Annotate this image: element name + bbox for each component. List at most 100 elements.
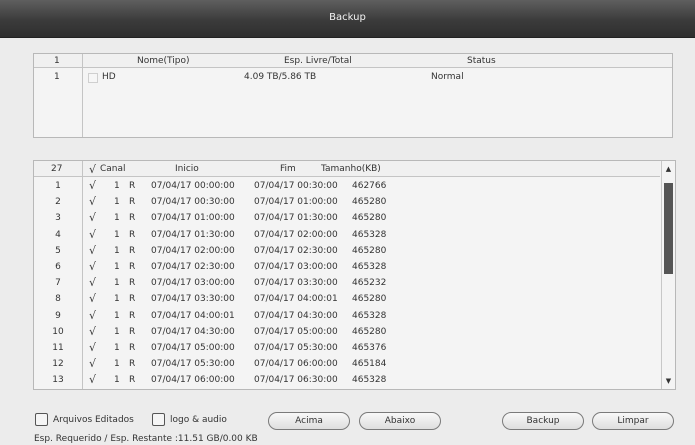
row-type: R: [129, 294, 136, 305]
row-end: 07/04/17 00:30:00: [254, 181, 338, 191]
file-table: 27 √ Canal Inicio Fim Tamanho(KB) 1 √ 1 R 07…: [33, 160, 676, 390]
row-check[interactable]: √: [89, 309, 96, 322]
table-row[interactable]: 6 √ 1 R 07/04/17 02:30:00 07/04/17 03:00:00 46…: [34, 260, 660, 276]
table-row[interactable]: 12 √ 1 R 07/04/17 05:30:00 07/04/17 06:00:00 4…: [34, 357, 660, 373]
row-start: 07/04/17 03:00:00: [151, 278, 235, 289]
table-row[interactable]: 1 √ 1 R 07/04/17 00:00:00 07/04/17 00:30:00 46…: [34, 179, 660, 195]
row-index: 11: [52, 343, 64, 353]
header-end: Fim: [280, 164, 296, 174]
table-row[interactable]: 4 √ 1 R 07/04/17 01:30:00 07/04/17 02:00:00 46…: [34, 228, 660, 244]
row-end: 07/04/17 03:30:00: [254, 278, 338, 289]
window-title: Backup: [329, 12, 366, 23]
row-check[interactable]: √: [89, 276, 96, 289]
row-check[interactable]: √: [89, 341, 96, 354]
row-check[interactable]: √: [89, 292, 96, 305]
row-type: R: [129, 310, 136, 321]
row-size: 465328: [352, 262, 387, 272]
row-size: 465328: [352, 310, 387, 321]
row-channel: 1: [114, 197, 120, 208]
row-size: 465328: [352, 375, 387, 386]
row-size: 465280: [352, 197, 387, 208]
table-row[interactable]: 11 √ 1 R 07/04/17 05:00:00 07/04/17 05:30:00 4…: [34, 341, 660, 357]
up-button[interactable]: Acima: [268, 412, 350, 430]
row-size: 465376: [352, 343, 387, 353]
row-end: 07/04/17 04:00:01: [254, 294, 338, 305]
table-row[interactable]: 8 √ 1 R 07/04/17 03:30:00 07/04/17 04:00:01 46…: [34, 292, 660, 308]
select-all-check[interactable]: √: [89, 163, 96, 176]
header-start: Inicio: [175, 164, 199, 174]
row-channel: 1: [114, 343, 120, 353]
row-check[interactable]: √: [89, 195, 96, 208]
row-index: 3: [55, 213, 61, 224]
scroll-up-icon[interactable]: ▲: [662, 163, 675, 175]
row-end: 07/04/17 06:30:00: [254, 375, 338, 386]
row-size: 465280: [352, 294, 387, 305]
device-status: Normal: [431, 72, 464, 82]
scrollbar-thumb[interactable]: [664, 183, 673, 274]
row-channel: 1: [114, 294, 120, 305]
logo-audio-label: logo & audio: [170, 415, 227, 425]
row-channel: 1: [114, 278, 120, 289]
row-start: 07/04/17 04:00:01: [151, 310, 235, 321]
scrollbar[interactable]: ▲ ▼: [661, 161, 675, 389]
row-end: 07/04/17 04:30:00: [254, 310, 338, 321]
file-table-header: 27 √ Canal Inicio Fim Tamanho(KB): [34, 161, 660, 177]
row-end: 07/04/17 03:00:00: [254, 262, 338, 272]
header-free-total: Esp. Livre/Total: [284, 56, 352, 66]
row-start: 07/04/17 03:30:00: [151, 294, 235, 305]
row-channel: 1: [114, 229, 120, 240]
row-check[interactable]: √: [89, 357, 96, 370]
device-table: 1 Nome(Tipo) Esp. Livre/Total Status 1 H…: [33, 53, 673, 138]
row-check[interactable]: √: [89, 228, 96, 241]
row-end: 07/04/17 02:30:00: [254, 245, 338, 256]
row-channel: 1: [114, 262, 120, 272]
window-title-bar: Backup: [0, 0, 695, 38]
device-table-header: 1 Nome(Tipo) Esp. Livre/Total Status: [34, 54, 672, 68]
table-row[interactable]: 9 √ 1 R 07/04/17 04:00:01 07/04/17 04:30:00 46…: [34, 309, 660, 325]
row-size: 465184: [352, 359, 387, 370]
header-size: Tamanho(KB): [321, 164, 381, 174]
row-size: 465232: [352, 278, 387, 289]
row-channel: 1: [114, 375, 120, 386]
device-select-checkbox[interactable]: [88, 73, 98, 83]
row-start: 07/04/17 01:30:00: [151, 229, 235, 240]
edited-files-checkbox[interactable]: [35, 413, 48, 426]
table-row[interactable]: 2 √ 1 R 07/04/17 00:30:00 07/04/17 01:00:00 46…: [34, 195, 660, 211]
edited-files-label: Arquivos Editados: [53, 415, 134, 425]
scroll-down-icon[interactable]: ▼: [662, 375, 675, 387]
row-type: R: [129, 262, 136, 272]
device-row[interactable]: 1 HD 4.09 TB/5.86 TB Normal: [34, 70, 660, 86]
table-row[interactable]: 10 √ 1 R 07/04/17 04:30:00 07/04/17 05:00:00 4…: [34, 325, 660, 341]
row-check[interactable]: √: [89, 325, 96, 338]
clear-button[interactable]: Limpar: [592, 412, 674, 430]
row-size: 465280: [352, 245, 387, 256]
down-button[interactable]: Abaixo: [359, 412, 441, 430]
row-start: 07/04/17 00:00:00: [151, 181, 235, 191]
row-size: 465328: [352, 229, 387, 240]
row-index: 7: [55, 278, 61, 289]
backup-panel: 1 Nome(Tipo) Esp. Livre/Total Status 1 H…: [0, 38, 695, 445]
row-check[interactable]: √: [89, 244, 96, 257]
header-status: Status: [467, 56, 496, 66]
row-index: 10: [52, 326, 64, 337]
logo-audio-checkbox[interactable]: [152, 413, 165, 426]
row-end: 07/04/17 05:30:00: [254, 343, 338, 353]
row-end: 07/04/17 01:00:00: [254, 197, 338, 208]
row-type: R: [129, 278, 136, 289]
row-check[interactable]: √: [89, 260, 96, 273]
row-channel: 1: [114, 245, 120, 256]
row-channel: 1: [114, 181, 120, 191]
row-check[interactable]: √: [89, 179, 96, 192]
backup-button[interactable]: Backup: [502, 412, 584, 430]
table-row[interactable]: 7 √ 1 R 07/04/17 03:00:00 07/04/17 03:30:00 46…: [34, 276, 660, 292]
row-check[interactable]: √: [89, 211, 96, 224]
row-check[interactable]: √: [89, 373, 96, 386]
row-type: R: [129, 197, 136, 208]
table-row[interactable]: 3 √ 1 R 07/04/17 01:00:00 07/04/17 01:30:00 46…: [34, 211, 660, 227]
file-count: 27: [51, 164, 63, 174]
row-index: 4: [55, 229, 61, 240]
row-end: 07/04/17 06:00:00: [254, 359, 338, 370]
row-type: R: [129, 213, 136, 224]
table-row[interactable]: 5 √ 1 R 07/04/17 02:00:00 07/04/17 02:30:00 46…: [34, 244, 660, 260]
table-row[interactable]: 13 √ 1 R 07/04/17 06:00:00 07/04/17 06:30:00 4…: [34, 373, 660, 389]
